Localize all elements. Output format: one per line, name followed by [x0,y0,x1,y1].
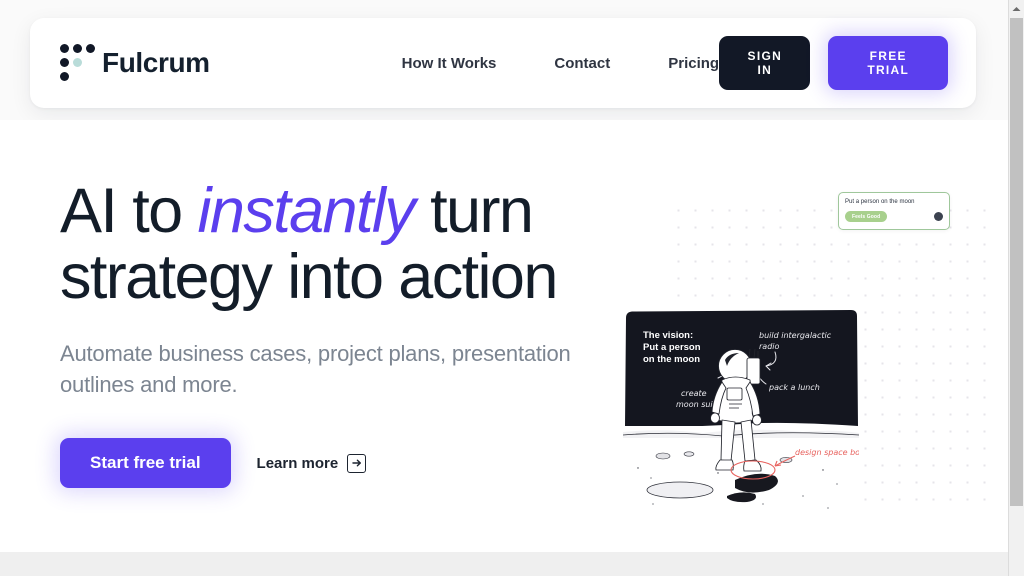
moon-goal-card-row: Feels Good [845,211,943,222]
arrow-right-box-icon [347,453,367,473]
scroll-up-button[interactable] [1009,0,1024,17]
vision-line-1: The vision: [643,330,693,341]
headline-part-1: AI to [60,176,198,246]
avatar [934,212,943,221]
annotation-suit-line2: moon suit [676,400,717,409]
nav-item-pricing[interactable]: Pricing [668,55,719,72]
vertical-scrollbar[interactable] [1008,0,1024,576]
vision-line-2: Put a person [643,342,701,353]
moon-goal-card[interactable]: Put a person on the moon Feels Good [838,192,950,230]
page-bottom-strip [0,552,1008,576]
annotation-boots: design space boots [795,448,859,457]
scrollbar-thumb[interactable] [1010,18,1023,506]
logo-dots-icon [60,44,95,82]
site-header: Fulcrum How It Works Contact Pricing SIG… [30,18,976,108]
annotation-radio-line1: build intergalactic [759,331,832,340]
hero-section: AI to instantly turn strategy into actio… [0,120,1008,552]
learn-more-label: Learn more [256,454,339,472]
hero-copy: AI to instantly turn strategy into actio… [60,178,600,488]
hero-illustration: Put a person on the moon Feels Good The … [600,120,1008,552]
learn-more-link[interactable]: Learn more [256,453,367,473]
annotation-suit-line1: create [681,389,707,398]
vision-illustration-card: The vision: Put a person on the moon bui… [623,308,859,523]
vision-line-3: on the moon [643,354,700,365]
logo[interactable]: Fulcrum [60,44,210,82]
page-title: AI to instantly turn strategy into actio… [60,178,600,310]
hero-cta-row: Start free trial Learn more [60,438,600,488]
annotation-radio-line2: radio [759,342,779,351]
annotation-lunch: pack a lunch [768,383,820,392]
header-actions: SIGN IN FREE TRIAL [719,36,948,90]
status-badge: Feels Good [845,211,888,222]
moon-goal-card-title: Put a person on the moon [845,199,915,205]
logo-wordmark: Fulcrum [102,47,210,78]
free-trial-button[interactable]: FREE TRIAL [828,36,948,90]
nav-item-contact[interactable]: Contact [554,55,610,72]
headline-accent: instantly [197,176,415,246]
hero-subtitle: Automate business cases, project plans, … [60,341,571,397]
start-free-trial-button[interactable]: Start free trial [60,438,231,488]
sign-in-button[interactable]: SIGN IN [719,36,811,90]
main-nav: How It Works Contact Pricing [402,55,719,72]
moon-ground [623,426,859,518]
page-canvas: Fulcrum How It Works Contact Pricing SIG… [0,0,1008,576]
nav-item-how-it-works[interactable]: How It Works [402,55,497,72]
